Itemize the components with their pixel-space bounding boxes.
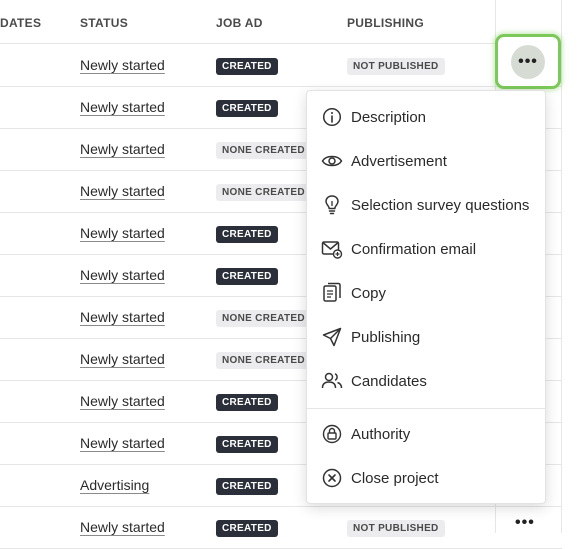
mail-icon — [321, 238, 343, 260]
job-ad-badge: CREATED — [216, 394, 278, 411]
status-link[interactable]: Newly started — [80, 57, 165, 73]
menu-item-label: Publishing — [351, 328, 421, 346]
job-ad-badge: CREATED — [216, 100, 278, 117]
menu-item-label: Description — [351, 108, 427, 126]
job-ad-badge: NONE CREATED — [216, 142, 311, 159]
menu-item-label: Advertisement — [351, 152, 447, 170]
table-row[interactable]: Newly started CREATED NOT PUBLISHED — [0, 506, 562, 549]
job-ad-badge: CREATED — [216, 478, 278, 495]
publishing-badge: NOT PUBLISHED — [347, 58, 445, 75]
menu-item-publishing[interactable]: Publishing — [307, 319, 545, 355]
job-ad-badge: NONE CREATED — [216, 310, 311, 327]
actions-menu: Description Advertisement Selection surv… — [306, 90, 546, 504]
column-header-job-ad[interactable]: JOB AD — [216, 16, 263, 30]
job-ad-badge: NONE CREATED — [216, 352, 311, 369]
table-row[interactable]: Newly started CREATED NOT PUBLISHED — [0, 44, 562, 87]
job-ad-badge: CREATED — [216, 436, 278, 453]
eye-icon — [321, 150, 343, 172]
menu-item-confirmation-email[interactable]: Confirmation email — [307, 231, 545, 267]
users-icon — [321, 370, 343, 392]
copy-icon — [321, 282, 343, 304]
send-icon — [321, 326, 343, 348]
job-ad-badge: NONE CREATED — [216, 184, 311, 201]
status-link[interactable]: Newly started — [80, 183, 165, 199]
status-link[interactable]: Newly started — [80, 351, 165, 367]
menu-item-label: Authority — [351, 425, 411, 443]
menu-item-advertisement[interactable]: Advertisement — [307, 143, 545, 179]
status-link[interactable]: Newly started — [80, 393, 165, 409]
status-link[interactable]: Newly started — [80, 225, 165, 241]
status-link[interactable]: Newly started — [80, 435, 165, 451]
more-actions-button[interactable]: ••• — [495, 34, 561, 89]
menu-item-selection-survey-questions[interactable]: Selection survey questions — [307, 187, 545, 223]
menu-item-close-project[interactable]: Close project — [307, 460, 545, 496]
more-actions-button[interactable]: ••• — [515, 514, 535, 532]
status-link[interactable]: Newly started — [80, 309, 165, 325]
status-link[interactable]: Newly started — [80, 141, 165, 157]
menu-item-description[interactable]: Description — [307, 99, 545, 135]
lock-icon — [321, 423, 343, 445]
info-icon — [321, 106, 343, 128]
menu-item-label: Confirmation email — [351, 240, 477, 258]
menu-item-label: Copy — [351, 284, 387, 302]
menu-item-copy[interactable]: Copy — [307, 275, 545, 311]
column-header-publishing[interactable]: PUBLISHING — [347, 16, 424, 30]
menu-item-label: Selection survey questions — [351, 196, 530, 214]
menu-item-candidates[interactable]: Candidates — [307, 363, 545, 399]
job-ad-badge: CREATED — [216, 58, 278, 75]
job-ad-badge: CREATED — [216, 268, 278, 285]
menu-item-authority[interactable]: Authority — [307, 416, 545, 452]
lightbulb-icon — [321, 194, 343, 216]
publishing-badge: NOT PUBLISHED — [347, 520, 445, 537]
menu-item-label: Candidates — [351, 372, 427, 390]
more-horizontal-icon: ••• — [511, 44, 545, 79]
column-header-dates[interactable]: DATES — [0, 16, 41, 30]
table-header: DATES STATUS JOB AD PUBLISHING — [0, 0, 562, 44]
status-link[interactable]: Newly started — [80, 267, 165, 283]
menu-item-label: Close project — [351, 469, 439, 487]
status-link[interactable]: Advertising — [80, 477, 149, 493]
column-header-status[interactable]: STATUS — [80, 16, 128, 30]
status-link[interactable]: Newly started — [80, 99, 165, 115]
job-ad-badge: CREATED — [216, 226, 278, 243]
job-ad-badge: CREATED — [216, 520, 278, 537]
menu-divider — [307, 408, 545, 409]
close-circle-icon — [321, 467, 343, 489]
